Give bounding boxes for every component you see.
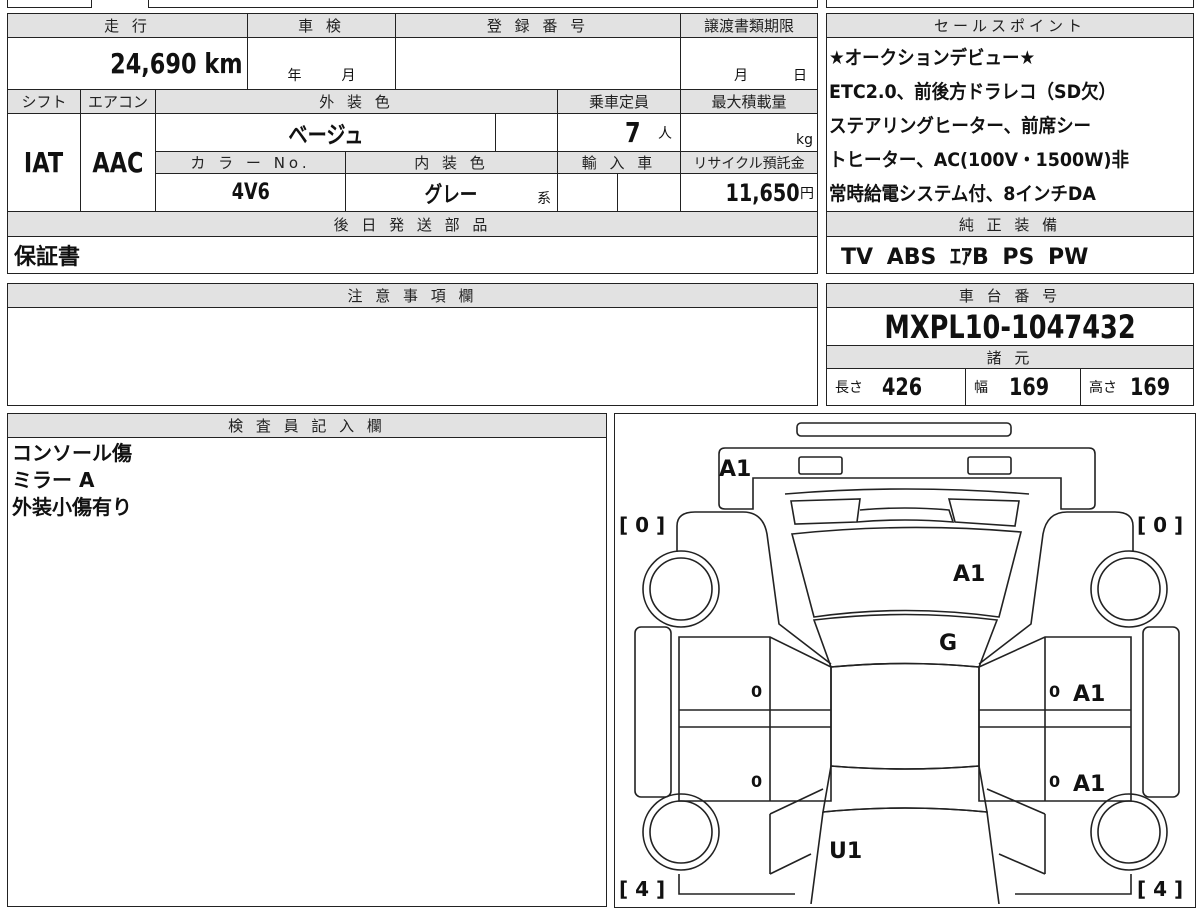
inspector-notes: コンソール傷 ミラー A 外装小傷有り (7, 437, 607, 907)
color-no-label: カ ラ ー No. (155, 151, 346, 174)
rf-door-num: 0 (1049, 682, 1060, 701)
sales-line: ★オークションデビュー★ (829, 47, 1036, 69)
front-bumper-mark: A1 (719, 457, 751, 482)
hood-shape (790, 526, 1023, 618)
int-color-value: グレー系 (345, 173, 558, 212)
roof-shape (830, 662, 980, 770)
windshield-mark: G (939, 631, 957, 656)
chassis-number: MXPL10-1047432 (826, 307, 1194, 346)
top-strip (0, 0, 1200, 8)
max-load-value: kg (680, 113, 818, 152)
ext-color-label: 外 装 色 (155, 89, 558, 114)
rear-spoiler-shape (796, 422, 1012, 437)
rr-door-num: 0 (1049, 772, 1060, 791)
ext-color-extra (495, 113, 558, 152)
color-no-value: 4V6 (155, 173, 346, 212)
tire-fr-tread: [ 0 ] (1137, 513, 1183, 537)
later-parts-value: 保証書 (7, 236, 818, 274)
lf-door-mark: 0 (751, 682, 762, 701)
front-bumper-shape (718, 447, 1096, 510)
chassis-label: 車 台 番 号 (826, 283, 1194, 308)
rr-door-mark: A1 (1073, 772, 1105, 797)
specs-label: 諸 元 (826, 345, 1194, 369)
transfer-deadline-label: 譲渡書類期限 (680, 13, 818, 38)
mileage-value: 24,690 km (7, 37, 248, 90)
tire-fl-tread: [ 0 ] (619, 513, 665, 537)
hood-mark: A1 (953, 562, 985, 587)
registration-label: 登 録 番 号 (395, 13, 681, 38)
rear-window-shape (822, 765, 988, 813)
ac-value: AAC (80, 113, 156, 212)
height-cell: 高さ 169 (1080, 368, 1194, 406)
notes-label: 注 意 事 項 欄 (7, 283, 818, 308)
import-value-1 (557, 173, 618, 212)
inspector-line: 外装小傷有り (12, 495, 132, 519)
inspection-label: 車 検 (247, 13, 396, 38)
tire-rr-tread: [ 4 ] (1137, 877, 1183, 901)
recycle-label: リサイクル預託金 (680, 151, 818, 174)
length-cell: 長さ 426 (826, 368, 966, 406)
inspection-value: 年月 (247, 37, 396, 90)
trunk-mark: U1 (829, 839, 862, 864)
import-value-2 (617, 173, 681, 212)
sales-points-label: セールスポイント (826, 13, 1194, 38)
later-parts-label: 後 日 発 送 部 品 (7, 211, 818, 237)
shift-value: IAT (7, 113, 81, 212)
equipment-label: 純 正 装 備 (826, 211, 1194, 237)
shift-label: シフト (7, 89, 81, 114)
lr-door-mark: 0 (751, 772, 762, 791)
sales-points-text: ★オークションデビュー★ ETC2.0、前後方ドラレコ（SD欠） ステアリングヒ… (826, 37, 1194, 212)
recycle-value: 11,650 円 (680, 173, 818, 212)
sales-line: 常時給電システム付、8インチDA (829, 183, 1096, 205)
capacity-value: 7人 (557, 113, 681, 152)
sales-line: トヒーター、AC(100V・1500W)非 (829, 149, 1129, 171)
sales-line: ETC2.0、前後方ドラレコ（SD欠） (829, 81, 1117, 103)
ext-color-value: ベージュ (155, 113, 496, 152)
damage-diagram: A1 A1 G 0 0 0 A1 0 A1 U1 [ 0 ] [ 0 ] [ 4… (614, 413, 1196, 908)
inspector-line: ミラー A (12, 468, 95, 492)
windshield-shape (812, 613, 999, 668)
ac-label: エアコン (80, 89, 156, 114)
notes-area (7, 307, 818, 406)
inspector-line: コンソール傷 (12, 441, 132, 465)
width-cell: 幅 169 (965, 368, 1081, 406)
max-load-label: 最大積載量 (680, 89, 818, 114)
inspector-label: 検 査 員 記 入 欄 (7, 413, 607, 438)
mileage-label: 走 行 (7, 13, 248, 38)
int-color-label: 内 装 色 (345, 151, 558, 174)
sales-line: ステアリングヒーター、前席シー (829, 115, 1092, 137)
transfer-deadline-value: 月日 (680, 37, 818, 90)
tire-rl-tread: [ 4 ] (619, 877, 665, 901)
equipment-value: TV ABS ｴｱB PS PW (826, 236, 1194, 274)
rf-door-mark: A1 (1073, 682, 1105, 707)
capacity-label: 乗車定員 (557, 89, 681, 114)
registration-value (395, 37, 681, 90)
import-label: 輸 入 車 (557, 151, 681, 174)
